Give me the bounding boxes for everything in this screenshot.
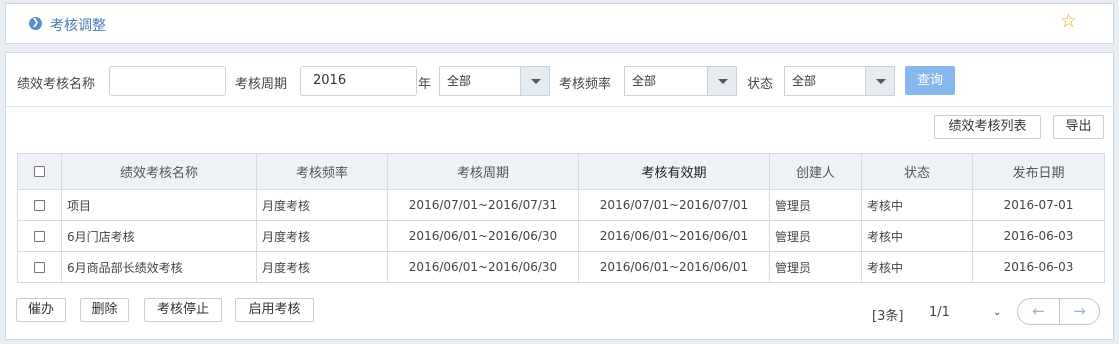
table-cell: 管理员 <box>769 220 862 252</box>
select-all-cell[interactable] <box>17 153 62 190</box>
table-cell: 2016-06-03 <box>972 251 1105 283</box>
page-header: ❯ 考核调整 ☆ <box>5 3 1114 44</box>
delete-button[interactable]: 删除 <box>80 298 129 322</box>
table-cell: 2016-07-01 <box>972 189 1105 221</box>
table-cell: 管理员 <box>769 189 862 221</box>
pager-arrows: ← → <box>1017 298 1100 325</box>
row-checkbox[interactable] <box>34 200 45 211</box>
column-header: 考核频率 <box>256 153 388 190</box>
main-panel: 绩效考核名称 考核周期 2016 年 全部 考核频率 全部 状态 全部 查询 绩… <box>5 52 1114 340</box>
stop-assessment-button[interactable]: 考核停止 <box>144 298 222 322</box>
urge-button[interactable]: 催办 <box>16 298 66 322</box>
arrow-right-icon[interactable]: → <box>1059 299 1100 324</box>
enable-assessment-button[interactable]: 启用考核 <box>235 298 314 322</box>
divider <box>6 106 1113 107</box>
table-cell: 6月门店考核 <box>61 220 257 252</box>
column-header: 考核周期 <box>387 153 579 190</box>
row-select-cell[interactable] <box>17 220 62 252</box>
arrow-left-icon[interactable]: ← <box>1018 299 1059 324</box>
table-cell: 6月商品部长绩效考核 <box>61 251 257 283</box>
column-header: 发布日期 <box>972 153 1105 190</box>
chevron-down-icon <box>707 67 736 95</box>
row-checkbox[interactable] <box>34 262 45 273</box>
chevron-right-circle-icon: ❯ <box>29 17 42 30</box>
period-year-input[interactable]: 2016 <box>300 66 417 96</box>
star-icon[interactable]: ☆ <box>1060 12 1077 31</box>
chevron-down-icon[interactable]: ⌄ <box>993 307 1001 318</box>
table-cell: 考核中 <box>861 189 973 221</box>
table-cell: 2016/06/01~2016/06/30 <box>387 251 579 283</box>
table-cell: 考核中 <box>861 251 973 283</box>
select-all-checkbox[interactable] <box>34 166 45 177</box>
table-cell: 管理员 <box>769 251 862 283</box>
assessment-table: 绩效考核名称 考核频率 考核周期 考核有效期 创建人 状态 发布日期 项目 月度… <box>17 153 1105 283</box>
status-select[interactable]: 全部 <box>784 66 895 96</box>
period-select[interactable]: 全部 <box>439 66 550 96</box>
year-suffix: 年 <box>418 77 432 92</box>
freq-select[interactable]: 全部 <box>624 66 737 96</box>
table-cell: 2016/06/01~2016/06/01 <box>578 220 770 252</box>
period-label: 考核周期 <box>235 77 288 92</box>
name-input[interactable] <box>109 66 226 96</box>
record-count: [3条] <box>872 309 904 324</box>
table-row[interactable]: 6月商品部长绩效考核 月度考核 2016/06/01~2016/06/30 20… <box>17 251 1105 283</box>
export-button[interactable]: 导出 <box>1053 115 1104 139</box>
page-indicator[interactable]: 1/1 <box>929 305 950 320</box>
table-cell: 月度考核 <box>256 189 388 221</box>
column-header: 绩效考核名称 <box>61 153 257 190</box>
status-label: 状态 <box>747 77 774 92</box>
column-header: 状态 <box>861 153 973 190</box>
table-cell: 2016-06-03 <box>972 220 1105 252</box>
row-checkbox[interactable] <box>34 231 45 242</box>
page-title: 考核调整 <box>50 18 106 34</box>
name-label: 绩效考核名称 <box>17 77 96 92</box>
chevron-down-icon <box>520 67 549 95</box>
table-cell: 月度考核 <box>256 251 388 283</box>
column-header: 考核有效期 <box>578 153 770 190</box>
freq-label: 考核频率 <box>559 77 612 92</box>
table-header-row: 绩效考核名称 考核频率 考核周期 考核有效期 创建人 状态 发布日期 <box>17 153 1105 190</box>
list-button[interactable]: 绩效考核列表 <box>934 115 1041 139</box>
query-button[interactable]: 查询 <box>905 66 955 95</box>
table-cell: 项目 <box>61 189 257 221</box>
table-cell: 2016/07/01~2016/07/31 <box>387 189 579 221</box>
table-cell: 2016/06/01~2016/06/30 <box>387 220 579 252</box>
table-cell: 2016/07/01~2016/07/01 <box>578 189 770 221</box>
chevron-down-icon <box>865 67 894 95</box>
table-cell: 月度考核 <box>256 220 388 252</box>
table-cell: 考核中 <box>861 220 973 252</box>
column-header: 创建人 <box>769 153 862 190</box>
table-cell: 2016/06/01~2016/06/01 <box>578 251 770 283</box>
row-select-cell[interactable] <box>17 189 62 221</box>
row-select-cell[interactable] <box>17 251 62 283</box>
table-row[interactable]: 项目 月度考核 2016/07/01~2016/07/31 2016/07/01… <box>17 189 1105 221</box>
table-row[interactable]: 6月门店考核 月度考核 2016/06/01~2016/06/30 2016/0… <box>17 220 1105 252</box>
